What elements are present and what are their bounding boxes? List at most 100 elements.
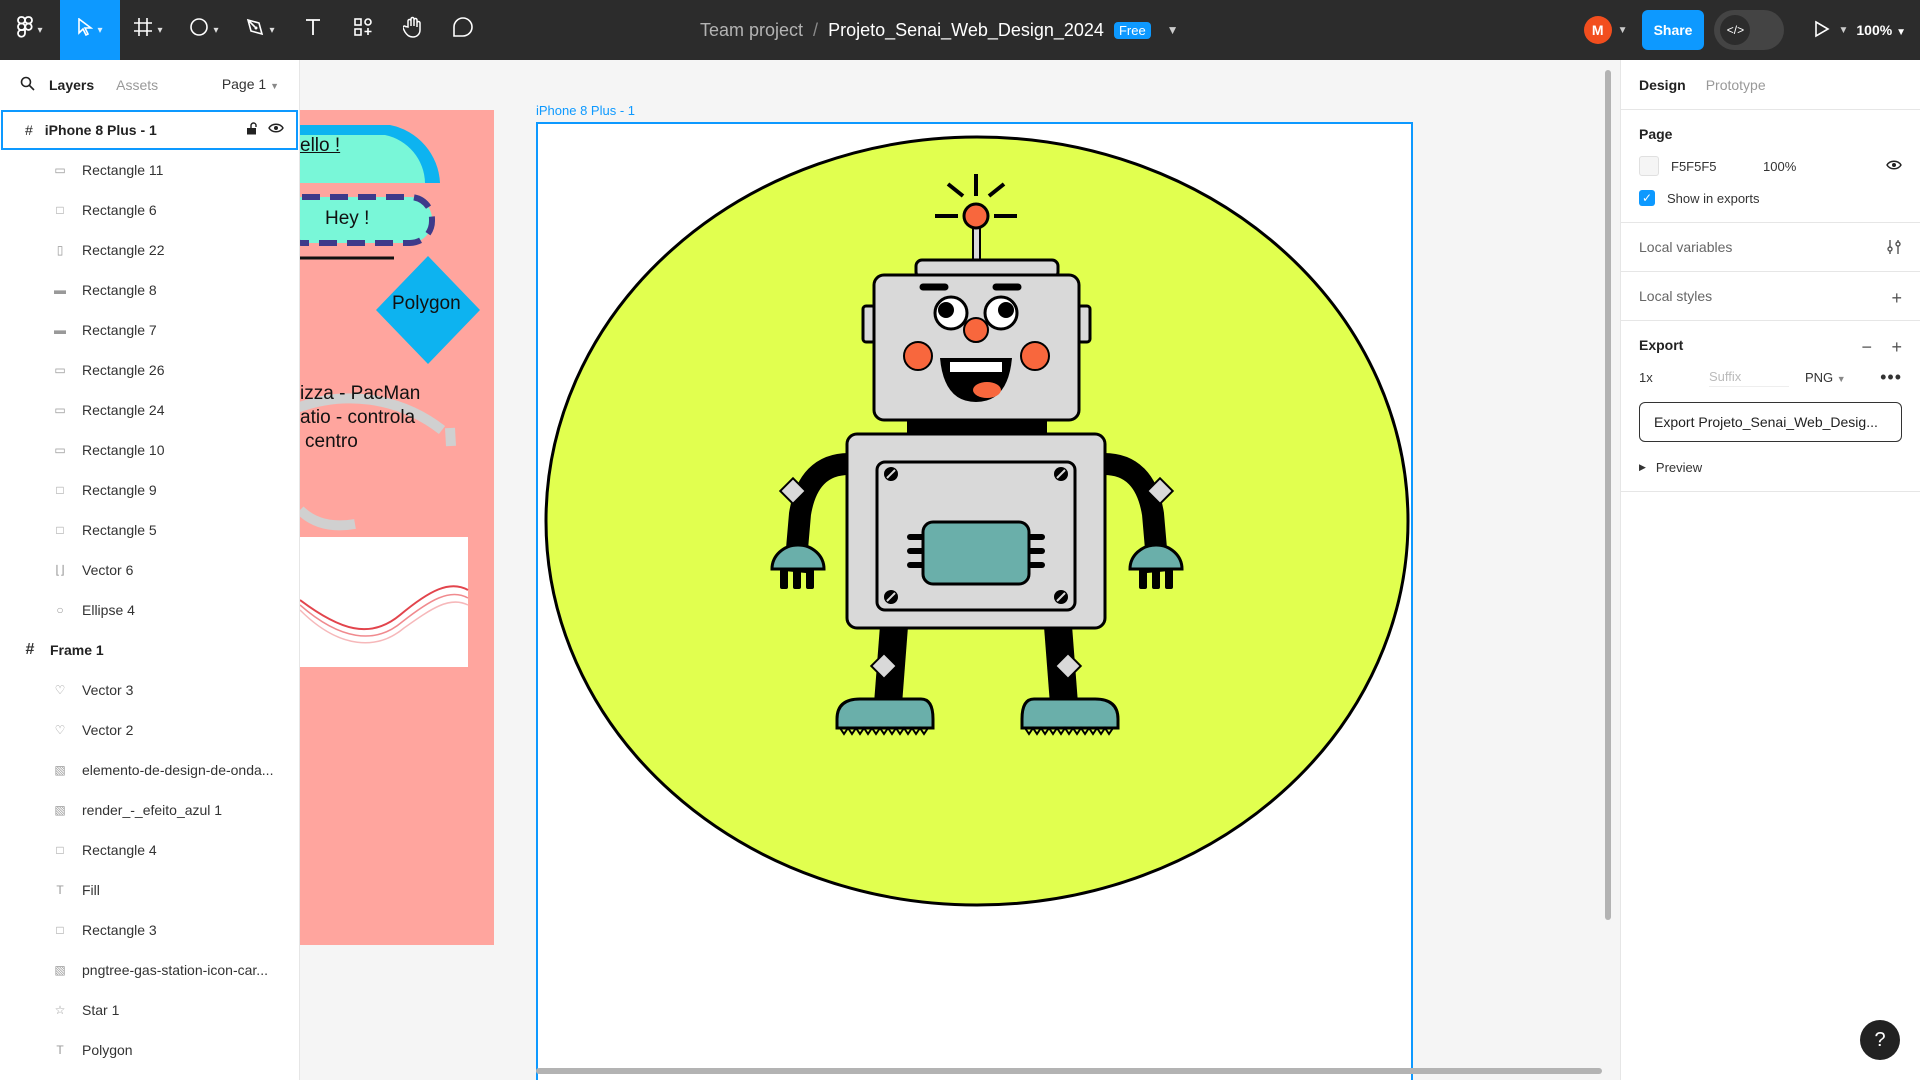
hand-tool-button[interactable]: [388, 0, 438, 60]
export-settings-row: 1x Suffix PNG ▼ •••: [1639, 367, 1902, 388]
avatar[interactable]: M: [1583, 16, 1612, 44]
show-in-exports-row[interactable]: ✓ Show in exports: [1639, 190, 1902, 206]
zoom-level[interactable]: 100% ▼: [1856, 22, 1906, 38]
horizontal-scrollbar[interactable]: [536, 1068, 1602, 1074]
help-button[interactable]: ?: [1860, 1020, 1900, 1060]
layer-item[interactable]: ○ Ellipse 4: [0, 590, 299, 630]
zoom-value: 100%: [1856, 22, 1893, 38]
share-button[interactable]: Share: [1641, 10, 1705, 50]
page-color-value[interactable]: F5F5F5: [1671, 159, 1763, 174]
layer-item[interactable]: ⌊⌋ Vector 6: [0, 550, 299, 590]
layer-frame[interactable]: # Frame 1: [0, 630, 299, 670]
layer-item[interactable]: □ Rectangle 4: [0, 830, 299, 870]
page-section: Page F5F5F5 100% ✓ Show in exports: [1621, 110, 1920, 223]
main-menu-button[interactable]: ▾: [0, 0, 60, 60]
tab-assets[interactable]: Assets: [116, 77, 158, 93]
nose: [963, 317, 989, 343]
present-button[interactable]: ▼: [1814, 20, 1848, 41]
robot-illustration: [544, 135, 1410, 907]
layer-item[interactable]: ▧ elemento-de-design-de-onda...: [0, 750, 299, 790]
add-icon[interactable]: +: [1891, 288, 1902, 309]
star-icon: ☆: [54, 1003, 66, 1017]
tab-layers[interactable]: Layers: [49, 77, 94, 93]
layer-item[interactable]: ▧ render_-_efeito_azul 1: [0, 790, 299, 830]
layer-item[interactable]: ▧ pngtree-gas-station-icon-car...: [0, 950, 299, 990]
layer-item[interactable]: □ Rectangle 5: [0, 510, 299, 550]
team-name[interactable]: Team project: [700, 20, 803, 41]
layer-item[interactable]: T Polygon: [0, 1030, 299, 1070]
hello-text: ello !: [300, 135, 341, 156]
page-opacity-value[interactable]: 100%: [1763, 159, 1796, 174]
suffix-input[interactable]: Suffix: [1709, 369, 1789, 387]
layer-item[interactable]: □ Rectangle 9: [0, 470, 299, 510]
format-select[interactable]: PNG ▼: [1805, 370, 1846, 385]
layer-item[interactable]: ▭ Rectangle 10: [0, 430, 299, 470]
foot-right: [1020, 697, 1120, 730]
frame-tool-button[interactable]: ▾: [120, 0, 176, 60]
layer-item[interactable]: ▭ Rectangle 26: [0, 350, 299, 390]
layer-item[interactable]: □ Rectangle 3: [0, 910, 299, 950]
search-icon[interactable]: [20, 76, 35, 95]
checkbox-checked[interactable]: ✓: [1639, 190, 1655, 206]
layer-list: ▭ Rectangle 11 □ Rectangle 6 ▯ Rectangle 22…: [0, 150, 299, 1070]
more-icon[interactable]: •••: [1880, 367, 1902, 388]
eye-icon[interactable]: [1886, 159, 1902, 174]
layer-item[interactable]: ♡ Vector 3: [0, 670, 299, 710]
sliders-icon[interactable]: [1886, 239, 1902, 260]
frame-label[interactable]: iPhone 8 Plus - 1: [536, 103, 635, 118]
iphone-frame[interactable]: [536, 122, 1413, 1080]
heart-icon: ♡: [54, 723, 66, 737]
add-icon[interactable]: +: [1891, 337, 1902, 358]
layer-item[interactable]: ♡ Vector 2: [0, 710, 299, 750]
figma-logo-icon: [17, 16, 34, 44]
move-tool-button[interactable]: ▾: [60, 0, 120, 60]
layer-name: pngtree-gas-station-icon-car...: [82, 962, 268, 978]
tab-design[interactable]: Design: [1639, 77, 1686, 93]
frame-icon: #: [25, 122, 33, 138]
local-variables-section[interactable]: Local variables: [1621, 223, 1920, 272]
plan-badge[interactable]: Free: [1113, 21, 1151, 39]
vertical-scrollbar[interactable]: [1605, 70, 1611, 920]
layer-item[interactable]: ☆ Star 1: [0, 990, 299, 1030]
remove-icon[interactable]: −: [1861, 337, 1872, 358]
note-line: centro: [305, 431, 358, 452]
layer-name: Fill: [82, 882, 100, 898]
pen-tool-button[interactable]: ▾: [232, 0, 288, 60]
preview-toggle[interactable]: ▶ Preview: [1639, 460, 1902, 475]
layer-frame-selected[interactable]: # iPhone 8 Plus - 1: [1, 110, 298, 150]
rect-icon: □: [56, 923, 64, 937]
comment-tool-button[interactable]: [438, 0, 488, 60]
unlock-icon[interactable]: [246, 122, 258, 138]
canvas[interactable]: ello ! Hey ! Polygon izza - PacMan atio …: [300, 60, 1620, 1080]
multiplayer-avatars[interactable]: M ▼: [1583, 16, 1628, 44]
layer-item[interactable]: T Fill: [0, 870, 299, 910]
eye-icon[interactable]: [268, 122, 284, 138]
layer-item[interactable]: □ Rectangle 6: [0, 190, 299, 230]
breadcrumb-separator: /: [813, 19, 819, 40]
export-scale[interactable]: 1x: [1639, 370, 1709, 385]
export-button[interactable]: Export Projeto_Senai_Web_Desig...: [1639, 402, 1902, 442]
layer-name: Vector 2: [82, 722, 134, 738]
layer-name: elemento-de-design-de-onda...: [82, 762, 274, 778]
resources-button[interactable]: [338, 0, 388, 60]
layer-item[interactable]: ▬ Rectangle 7: [0, 310, 299, 350]
rect-icon: □: [56, 483, 64, 497]
layer-item[interactable]: ▬ Rectangle 8: [0, 270, 299, 310]
dev-mode-toggle[interactable]: </>: [1714, 10, 1785, 50]
tab-prototype[interactable]: Prototype: [1706, 77, 1766, 93]
toolbar-right: M ▼ Share </> ▼ 100% ▼: [1583, 0, 1920, 60]
layer-item[interactable]: ▭ Rectangle 24: [0, 390, 299, 430]
layer-name: iPhone 8 Plus - 1: [44, 122, 157, 138]
layer-item[interactable]: ▯ Rectangle 22: [0, 230, 299, 270]
section-title: Local styles: [1639, 288, 1713, 304]
file-name[interactable]: Projeto_Senai_Web_Design_2024: [828, 20, 1104, 41]
frame-1-artwork: [300, 125, 480, 667]
play-icon: [1814, 20, 1831, 41]
page-selector[interactable]: Page 1 ▼: [222, 76, 279, 92]
chevron-down-icon[interactable]: ▼: [1167, 23, 1179, 37]
shape-tool-button[interactable]: ▾: [176, 0, 232, 60]
layer-item[interactable]: ▭ Rectangle 11: [0, 150, 299, 190]
color-swatch[interactable]: [1639, 156, 1659, 176]
frame-1-preview[interactable]: ello ! Hey ! Polygon izza - PacMan atio …: [300, 110, 494, 945]
text-tool-button[interactable]: [288, 0, 338, 60]
